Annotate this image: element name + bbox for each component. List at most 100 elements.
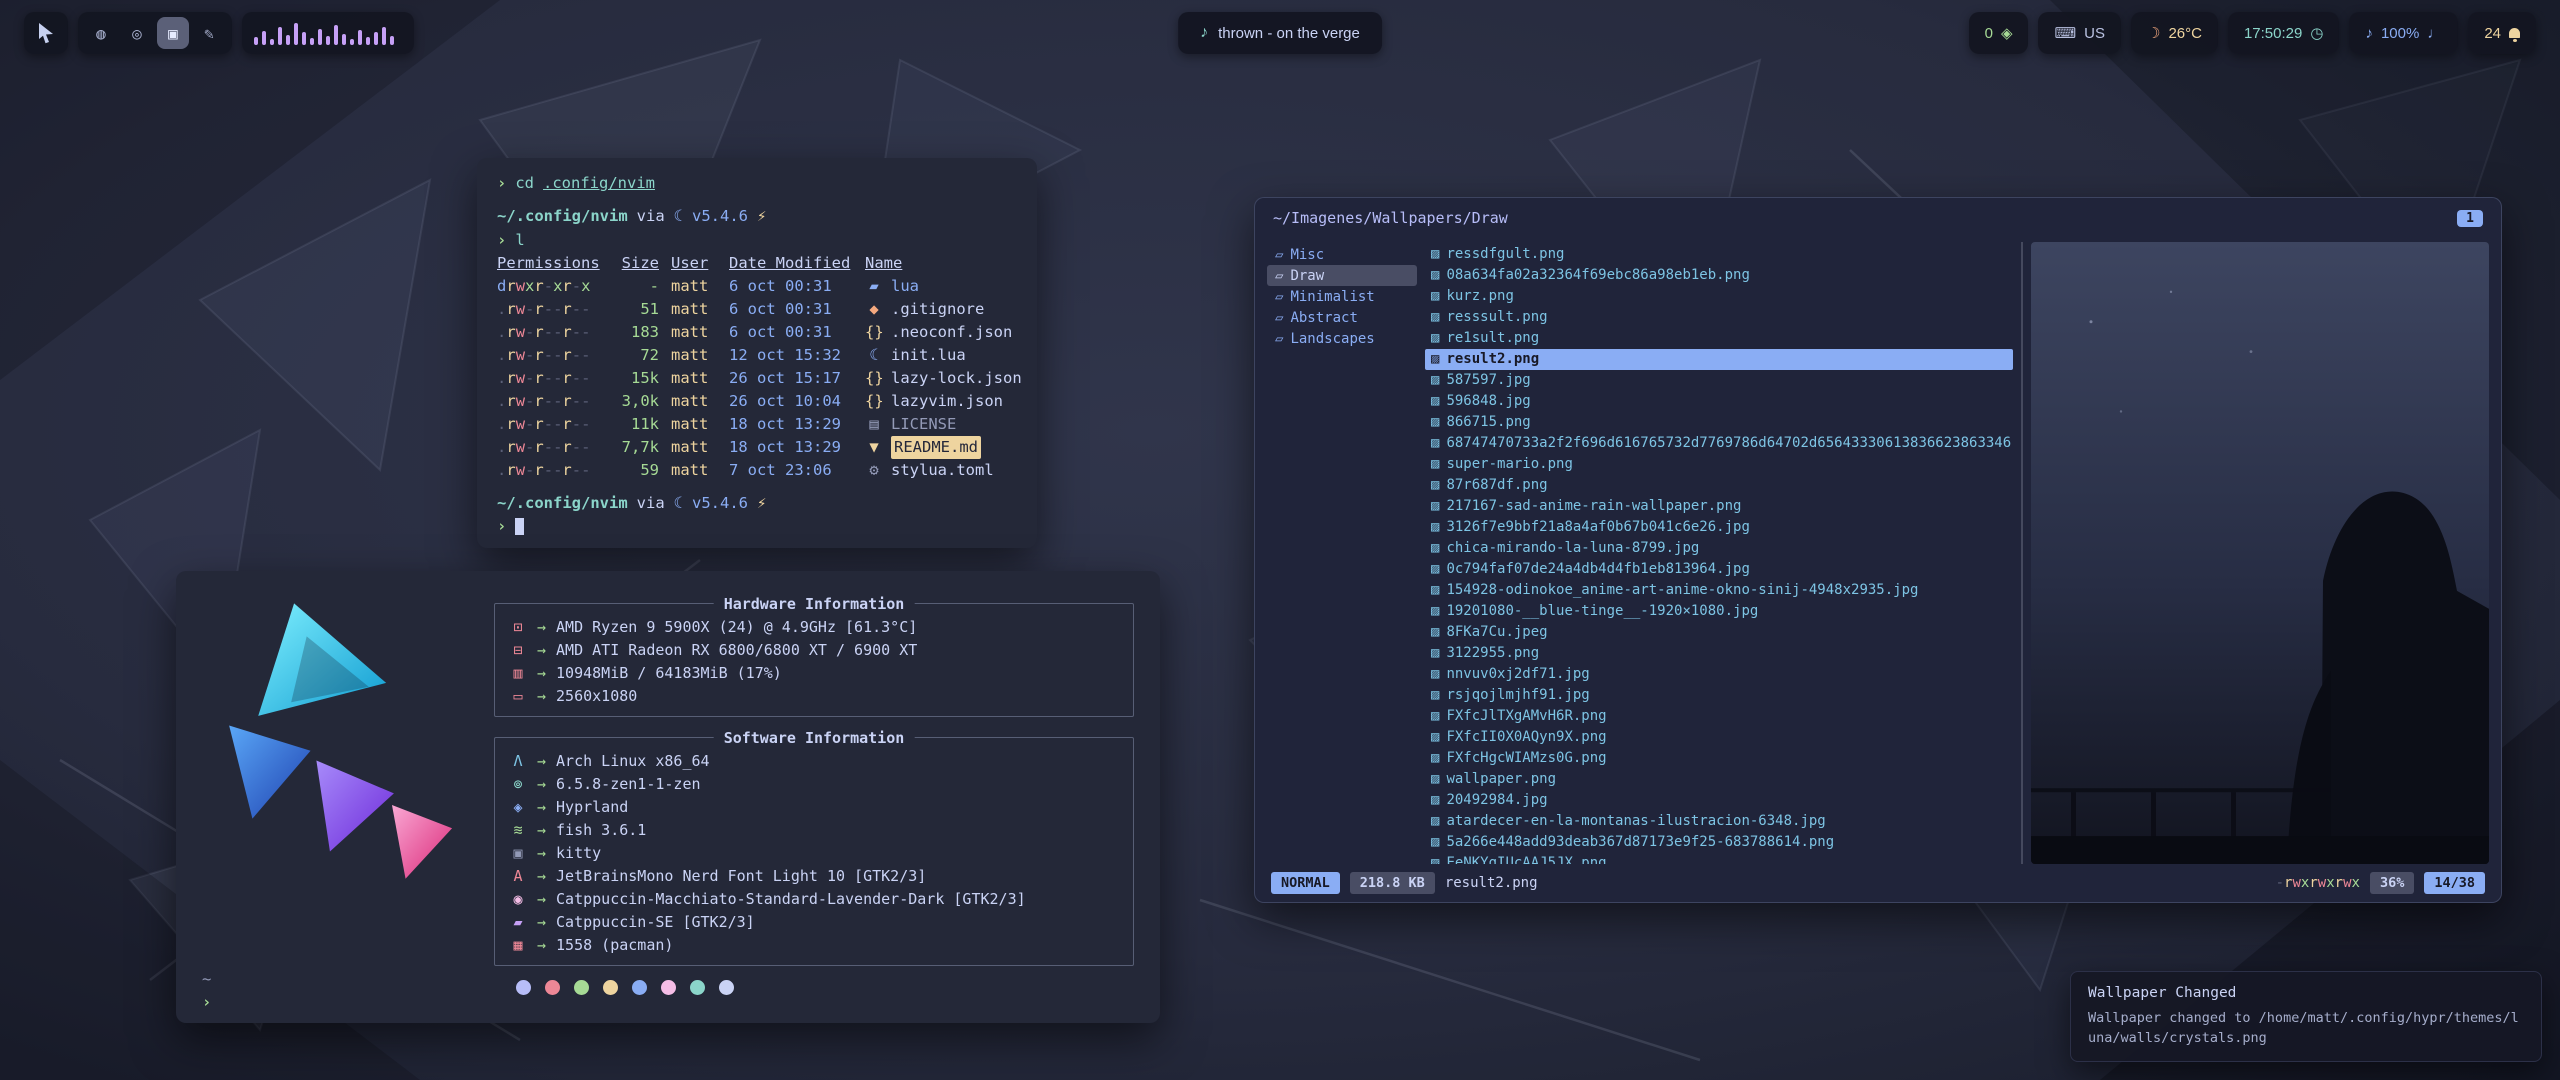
- workspace-button[interactable]: ✎: [193, 17, 225, 49]
- size-cell: 183: [613, 321, 659, 344]
- shell-command-line: ›cd.config/nvim: [497, 172, 1017, 195]
- sidebar-directory-item[interactable]: ▱ Minimalist: [1267, 286, 1417, 307]
- file-list-item[interactable]: ▨ 3126f7e9bbf21a8a4af0b67b041c6e26.jpg: [1425, 517, 2013, 538]
- ls-file-row: .rw-r--r-- 51 matt 6 oct 00:31 ◆ .gitign…: [497, 298, 1017, 321]
- arrow-icon: →: [537, 911, 546, 934]
- fetch-info-panel: Hardware Information ⊡→AMD Ryzen 9 5900X…: [494, 587, 1134, 1007]
- media-module[interactable]: ♪ thrown - on the verge: [1178, 12, 1382, 54]
- image-file-icon: ▨: [1431, 748, 1439, 769]
- arrow-icon: →: [537, 773, 546, 796]
- volume-module[interactable]: ♪ 100% ♩: [2349, 12, 2458, 54]
- visualizer-bar: [294, 23, 298, 45]
- prompt-path-line: ~/.config/nvimvia☾v5.4.6⚡: [497, 205, 1017, 228]
- sidebar-directory-item[interactable]: ▱ Draw: [1267, 265, 1417, 286]
- hardware-value: AMD ATI Radeon RX 6800/6800 XT / 6900 XT: [556, 639, 917, 662]
- image-file-icon: ▨: [1431, 727, 1439, 748]
- file-list-item[interactable]: ▨ 587597.jpg: [1425, 370, 2013, 391]
- updates-module[interactable]: 0 ◈: [1969, 12, 2029, 54]
- prompt-input-line[interactable]: ›: [497, 515, 1017, 538]
- file-list-item[interactable]: ▨ FXfcII0X0AQyn9X.png: [1425, 727, 2013, 748]
- color-dot: [603, 980, 618, 995]
- keyboard-layout-module[interactable]: ⌨ US: [2038, 12, 2121, 54]
- date-cell: 18 oct 13:29: [729, 413, 853, 436]
- clock-module[interactable]: 17:50:29 ◷: [2228, 12, 2339, 54]
- user-cell: matt: [671, 275, 717, 298]
- file-list-item[interactable]: ▨ resssult.png: [1425, 307, 2013, 328]
- file-manager-header: ~/Imagenes/Wallpapers/Draw 1: [1255, 198, 2501, 231]
- arrow-icon: →: [537, 616, 546, 639]
- workspace-icon: ◍: [96, 24, 106, 43]
- file-list-item[interactable]: ▨ atardecer-en-la-montanas-ilustracion-6…: [1425, 811, 2013, 832]
- file-list-item[interactable]: ▨ 217167-sad-anime-rain-wallpaper.png: [1425, 496, 2013, 517]
- sidebar-directory-item[interactable]: ▱ Abstract: [1267, 307, 1417, 328]
- file-list-item[interactable]: ▨ rsjqojlmjhf91.jpg: [1425, 685, 2013, 706]
- arrow-icon: →: [537, 750, 546, 773]
- file-list-item[interactable]: ▨ 3122955.png: [1425, 643, 2013, 664]
- user-cell: matt: [671, 413, 717, 436]
- tab-badge[interactable]: 1: [2457, 210, 2483, 227]
- launcher-button[interactable]: [24, 12, 68, 54]
- file-list-item[interactable]: ▨ 596848.jpg: [1425, 391, 2013, 412]
- sidebar-directory-item[interactable]: ▱ Misc: [1267, 244, 1417, 265]
- image-file-icon: ▨: [1431, 496, 1439, 517]
- file-name: 5a266e448add93deab367d87173e9f25-6837886…: [1446, 832, 1834, 853]
- visualizer-bar: [326, 36, 330, 45]
- file-type-icon: ▤: [865, 413, 883, 436]
- file-list-item[interactable]: ▨ 68747470733a2f2f696d616765732d7769786d…: [1425, 433, 2013, 454]
- file-list-item[interactable]: ▨ kurz.png: [1425, 286, 2013, 307]
- arrow-icon: →: [537, 639, 546, 662]
- status-bar: NORMAL 218.8 KB result2.png -rwxrwxrwx 3…: [1255, 864, 2501, 902]
- user-cell: matt: [671, 459, 717, 482]
- terminal-window-fetch[interactable]: Hardware Information ⊡→AMD Ryzen 9 5900X…: [176, 571, 1160, 1023]
- file-list-item[interactable]: ▨ chica-mirando-la-luna-8799.jpg: [1425, 538, 2013, 559]
- sidebar-directory-item[interactable]: ▱ Landscapes: [1267, 328, 1417, 349]
- lua-version: v5.4.6: [692, 205, 748, 228]
- file-list-item[interactable]: ▨ FXfcJlTXgAMvH6R.png: [1425, 706, 2013, 727]
- file-list-item[interactable]: ▨ 19201080-__blue-tinge__-1920×1080.jpg: [1425, 601, 2013, 622]
- image-file-icon: ▨: [1431, 433, 1439, 454]
- updates-icon: ◈: [2001, 24, 2013, 42]
- arrow-icon: →: [537, 819, 546, 842]
- image-file-icon: ▨: [1431, 349, 1439, 370]
- file-list-item[interactable]: ▨ wallpaper.png: [1425, 769, 2013, 790]
- file-list-item[interactable]: ▨ re1sult.png: [1425, 328, 2013, 349]
- workspace-button[interactable]: ◎: [121, 17, 153, 49]
- fetch-prompt[interactable]: ~ ›: [202, 968, 211, 1013]
- file-list-item[interactable]: ▨ EeNKYgIUcAAJ5JX.png: [1425, 853, 2013, 864]
- file-name: lua: [891, 275, 919, 298]
- visualizer-bar: [286, 35, 290, 45]
- bell-icon: [2509, 28, 2520, 38]
- file-list-item[interactable]: ▨ 0c794faf07de24a4db4d4fb1eb813964.jpg: [1425, 559, 2013, 580]
- weather-module[interactable]: ☽ 26°C: [2131, 12, 2218, 54]
- software-icon: ◉: [509, 888, 527, 911]
- notification-popup[interactable]: Wallpaper Changed Wallpaper changed to /…: [2070, 971, 2542, 1063]
- file-list-item[interactable]: ▨ super-mario.png: [1425, 454, 2013, 475]
- file-list-item[interactable]: ▨ 154928-odinokoe_anime-art-anime-okno-s…: [1425, 580, 2013, 601]
- workspace-button[interactable]: ▣: [157, 17, 189, 49]
- size-cell: 51: [613, 298, 659, 321]
- file-list-item[interactable]: ▨ 8FKa7Cu.jpeg: [1425, 622, 2013, 643]
- file-list-item[interactable]: ▨ 08a634fa02a32364f69ebc86a98eb1eb.png: [1425, 265, 2013, 286]
- image-file-icon: ▨: [1431, 412, 1439, 433]
- file-list-item[interactable]: ▨ 87r687df.png: [1425, 475, 2013, 496]
- software-info-line: ▰→Catppuccin-SE [GTK2/3]: [509, 911, 1119, 934]
- terminal-window-nvim[interactable]: ›cd.config/nvim ~/.config/nvimvia☾v5.4.6…: [477, 158, 1037, 548]
- file-list-item[interactable]: ▨ ressdfgult.png: [1425, 244, 2013, 265]
- arrow-icon: →: [537, 685, 546, 708]
- file-type-icon: ☾: [865, 344, 883, 367]
- hardware-icon: ▥: [509, 662, 527, 685]
- breadcrumb-path: ~/Imagenes/Wallpapers/Draw: [1273, 209, 1508, 227]
- software-info-line: ≋→fish 3.6.1: [509, 819, 1119, 842]
- file-name: 587597.jpg: [1446, 370, 1530, 391]
- file-list-item[interactable]: ▨ result2.png: [1425, 349, 2013, 370]
- directory-name: Abstract: [1290, 310, 1357, 326]
- file-list-item[interactable]: ▨ nnvuv0xj2df71.jpg: [1425, 664, 2013, 685]
- file-list-item[interactable]: ▨ 5a266e448add93deab367d87173e9f25-68378…: [1425, 832, 2013, 853]
- workspace-button[interactable]: ◍: [85, 17, 117, 49]
- notifications-module[interactable]: 24: [2468, 12, 2536, 54]
- file-manager-window[interactable]: ~/Imagenes/Wallpapers/Draw 1 ▱ Misc ▱ Dr…: [1254, 197, 2502, 903]
- file-list-item[interactable]: ▨ 866715.png: [1425, 412, 2013, 433]
- file-name: 19201080-__blue-tinge__-1920×1080.jpg: [1446, 601, 1758, 622]
- file-list-item[interactable]: ▨ FXfcHgcWIAMzs0G.png: [1425, 748, 2013, 769]
- file-list-item[interactable]: ▨ 20492984.jpg: [1425, 790, 2013, 811]
